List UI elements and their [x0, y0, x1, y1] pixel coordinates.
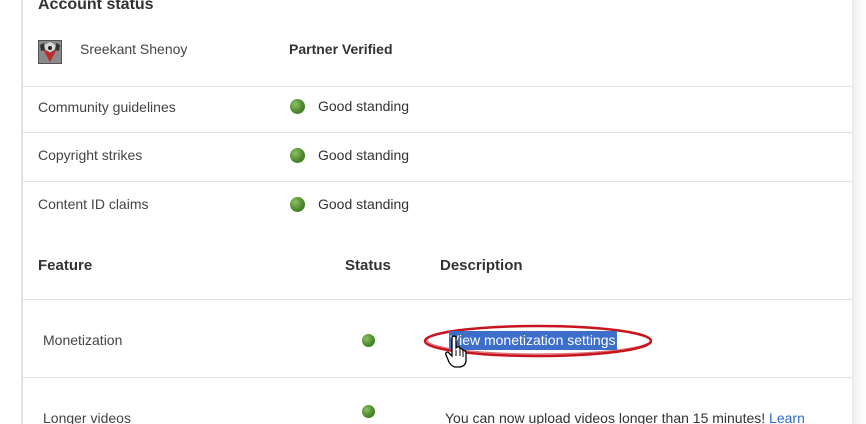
status-text: Good standing: [318, 196, 410, 212]
community-guidelines-status: Good standing: [290, 98, 409, 114]
divider: [23, 132, 852, 133]
avatar[interactable]: [38, 40, 62, 64]
avatar-icon: [39, 41, 61, 63]
hand-cursor-icon: [445, 335, 467, 368]
green-dot-icon: [362, 334, 375, 347]
status-column-header: Status: [345, 257, 391, 274]
green-dot-icon: [362, 405, 375, 418]
feature-monetization: Monetization: [43, 332, 123, 348]
partner-status: Partner Verified: [289, 41, 393, 57]
green-dot-icon: [290, 147, 305, 163]
screenshot-frame: Account status Sreekant Shenoy Partner V…: [0, 0, 866, 424]
view-monetization-settings-link[interactable]: View monetization settings: [449, 331, 617, 350]
description-text: You can now upload videos longer than 15…: [445, 410, 766, 424]
copyright-strikes-status: Good standing: [290, 147, 409, 163]
channel-name[interactable]: Sreekant Shenoy: [80, 41, 187, 57]
copyright-strikes-label: Copyright strikes: [38, 147, 143, 163]
community-guidelines-label: Community guidelines: [38, 99, 176, 115]
divider: [23, 181, 852, 182]
feature-longer-videos: Longer videos: [43, 410, 131, 424]
content-id-claims-label: Content ID claims: [38, 196, 149, 212]
content-id-claims-status: Good standing: [290, 196, 409, 212]
status-text: Good standing: [318, 98, 410, 114]
learn-more-link[interactable]: Learn: [769, 410, 805, 424]
divider: [23, 299, 852, 300]
feature-column-header: Feature: [38, 257, 93, 274]
description-column-header: Description: [440, 257, 523, 274]
status-text: Good standing: [318, 147, 410, 163]
longer-videos-description: You can now upload videos longer than 15…: [445, 410, 805, 424]
green-dot-icon: [290, 98, 305, 114]
page-right-edge: [852, 0, 866, 424]
section-title: Account status: [38, 0, 154, 13]
divider: [23, 377, 852, 378]
divider: [23, 86, 852, 87]
page-left-edge: [21, 0, 23, 424]
green-dot-icon: [290, 196, 305, 212]
